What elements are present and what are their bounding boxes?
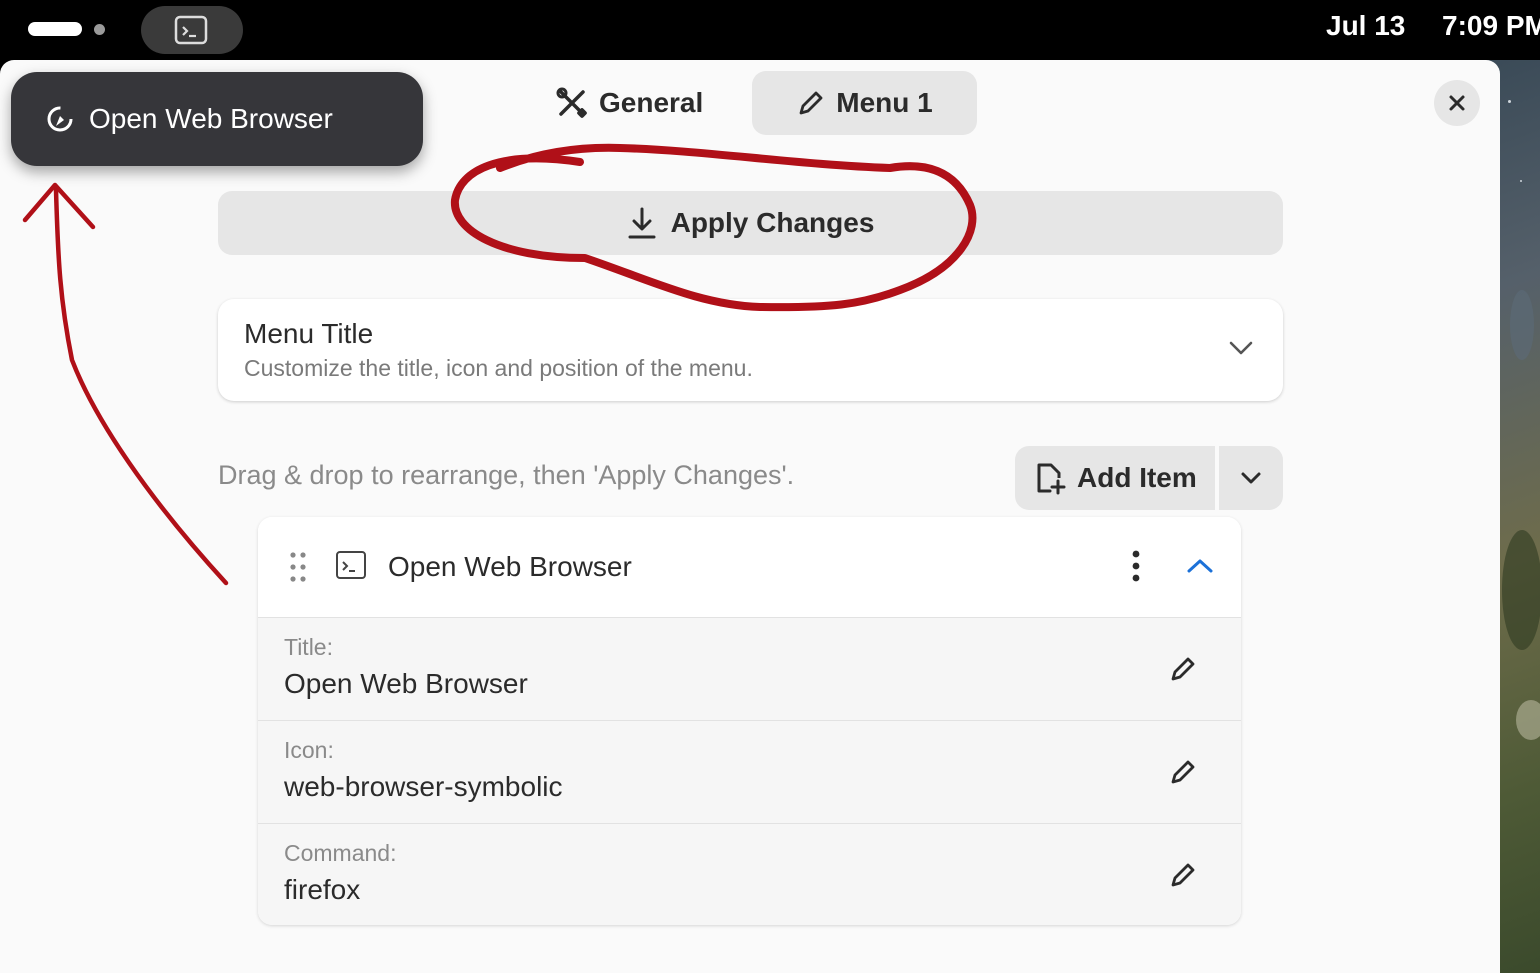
- tab-general[interactable]: General: [535, 71, 735, 135]
- property-row-title: Title: Open Web Browser: [258, 617, 1241, 720]
- pencil-icon[interactable]: [1168, 860, 1198, 890]
- chevron-down-icon: [1241, 472, 1261, 484]
- menu-item-name: Open Web Browser: [388, 551, 632, 582]
- pencil-icon: [799, 91, 823, 115]
- property-label: Icon:: [284, 737, 334, 763]
- settings-window: General Menu 1 Apply Changes Menu Title …: [0, 60, 1500, 973]
- apply-changes-button[interactable]: Apply Changes: [218, 191, 1283, 255]
- close-icon: [1449, 95, 1465, 111]
- menu-preview-label: Open Web Browser: [89, 103, 333, 134]
- tab-menu-1[interactable]: Menu 1: [752, 71, 977, 135]
- tab-menu-1-label: Menu 1: [836, 87, 933, 118]
- close-button[interactable]: [1434, 80, 1480, 126]
- terminal-icon: [336, 551, 366, 579]
- add-item-dropdown-button[interactable]: [1219, 446, 1283, 510]
- apply-changes-label: Apply Changes: [670, 207, 875, 238]
- chevron-up-icon[interactable]: [1186, 557, 1214, 575]
- menu-item-header[interactable]: Open Web Browser: [258, 517, 1241, 617]
- drag-handle-icon[interactable]: [288, 551, 308, 583]
- workspace-indicator-active[interactable]: [28, 22, 82, 36]
- chevron-down-icon: [1229, 341, 1253, 355]
- pencil-icon[interactable]: [1168, 757, 1198, 787]
- property-label: Command:: [284, 840, 397, 866]
- clock-date[interactable]: Jul 13: [1326, 10, 1405, 42]
- menu-title-expander[interactable]: Menu Title Customize the title, icon and…: [218, 299, 1283, 401]
- tools-icon: [556, 87, 587, 118]
- add-document-icon: [1037, 463, 1066, 495]
- active-app-button[interactable]: [141, 6, 243, 54]
- web-browser-icon: [47, 106, 73, 132]
- tab-general-label: General: [599, 87, 704, 118]
- workspace-indicator-dot[interactable]: [94, 24, 105, 35]
- property-value: Open Web Browser: [284, 668, 528, 699]
- top-bar: Jul 13 7:09 PM: [0, 0, 1540, 60]
- download-icon: [628, 207, 656, 239]
- menu-title-description: Customize the title, icon and position o…: [244, 355, 753, 381]
- property-value: firefox: [284, 874, 361, 905]
- property-row-command: Command: firefox: [258, 823, 1241, 925]
- rearrange-hint: Drag & drop to rearrange, then 'Apply Ch…: [218, 460, 795, 490]
- more-options-icon[interactable]: [1126, 549, 1146, 583]
- menu-item-card: Open Web Browser Title: Open Web Browser…: [258, 517, 1241, 925]
- property-value: web-browser-symbolic: [284, 771, 563, 802]
- pencil-icon[interactable]: [1168, 654, 1198, 684]
- add-item-button[interactable]: Add Item: [1015, 446, 1215, 510]
- add-item-label: Add Item: [1077, 462, 1197, 493]
- terminal-icon: [174, 15, 208, 45]
- menu-title-heading: Menu Title: [244, 318, 374, 349]
- property-label: Title:: [284, 634, 333, 660]
- menu-preview-popup[interactable]: Open Web Browser: [11, 72, 423, 166]
- property-row-icon: Icon: web-browser-symbolic: [258, 720, 1241, 823]
- clock-time[interactable]: 7:09 PM: [1442, 10, 1540, 42]
